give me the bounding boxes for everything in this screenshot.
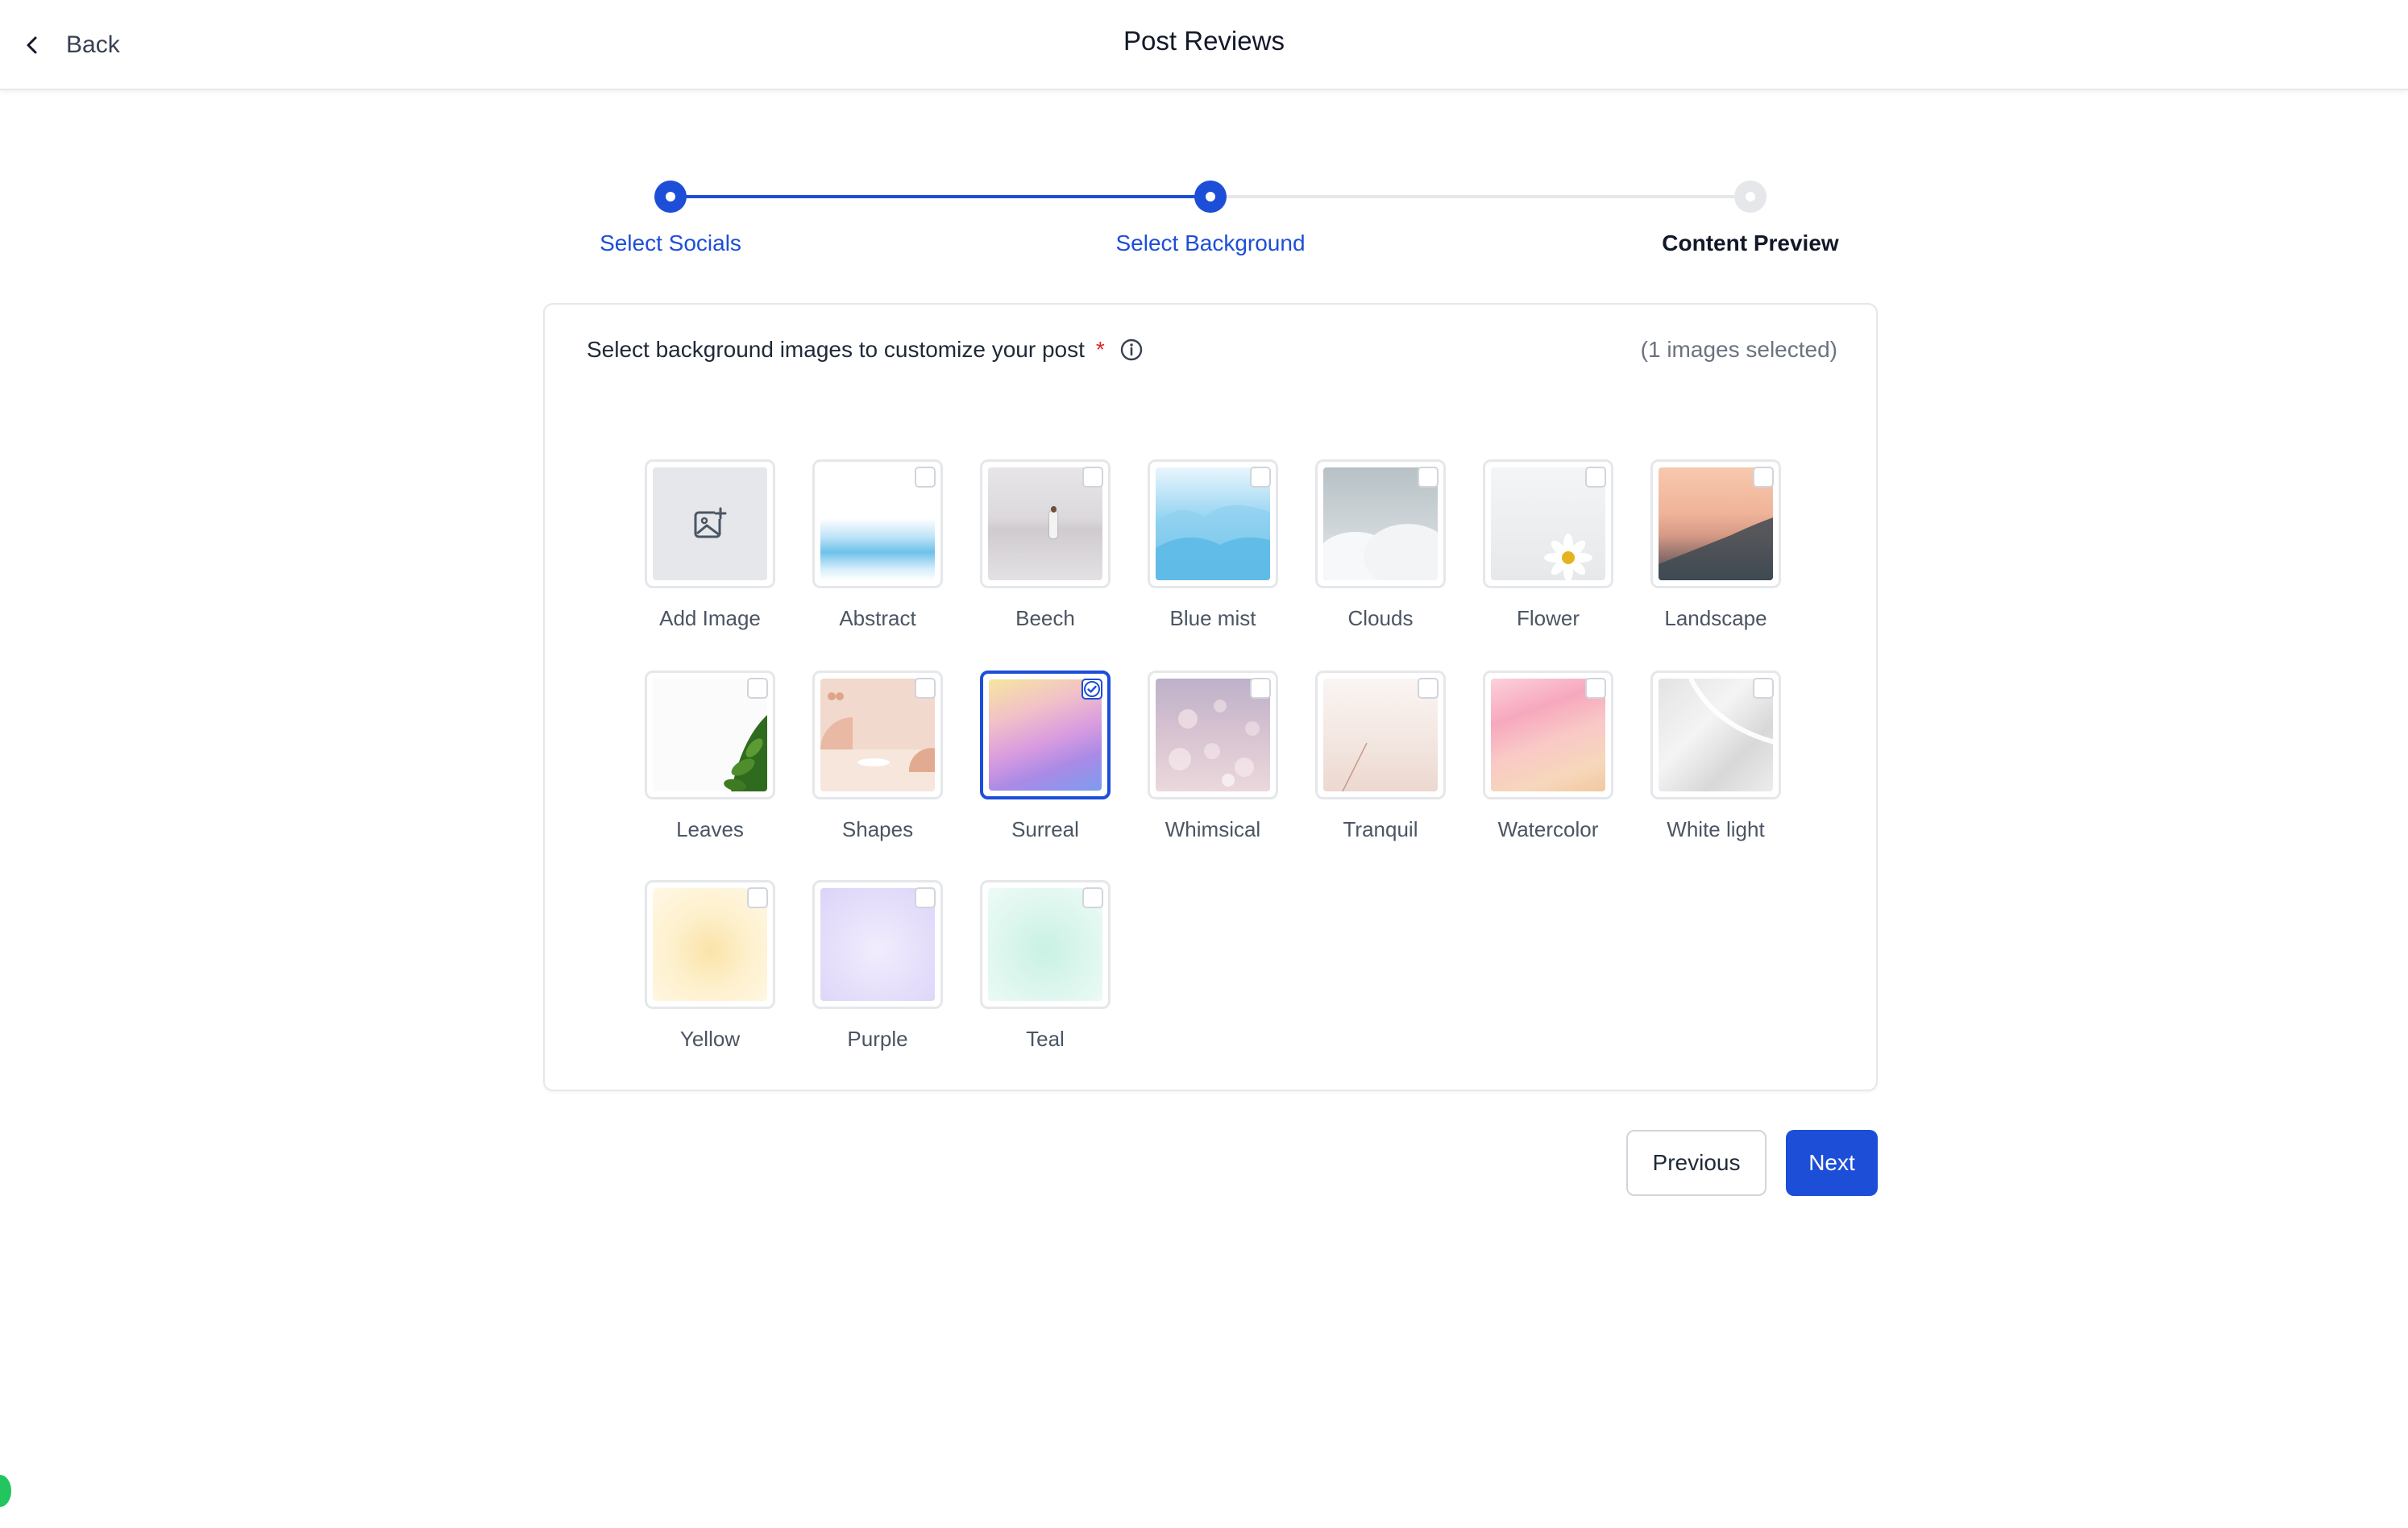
tile-landscape[interactable]: Landscape xyxy=(1650,459,1781,631)
step-dot-content-preview xyxy=(1734,181,1767,213)
add-image-thumb[interactable] xyxy=(645,459,775,588)
shapes-thumb[interactable] xyxy=(812,671,943,799)
card-title: Select background images to customize yo… xyxy=(587,337,1144,363)
tile-shapes[interactable]: Shapes xyxy=(812,671,943,842)
tile-label: Beech xyxy=(1015,606,1075,630)
selected-count: (1 images selected) xyxy=(1640,337,1837,362)
blue-mist-checkbox[interactable] xyxy=(1250,467,1271,488)
page-title: Post Reviews xyxy=(1123,26,1285,56)
flower-thumb[interactable] xyxy=(1483,459,1613,588)
step-dot-select-background[interactable] xyxy=(1194,181,1227,213)
status-indicator xyxy=(0,1475,11,1507)
checkmark-icon xyxy=(1084,681,1100,697)
background-selection-card: Select background images to customize yo… xyxy=(543,303,1878,1091)
white-light-thumb[interactable] xyxy=(1650,671,1781,799)
landscape-thumb[interactable] xyxy=(1650,459,1781,588)
leaves-checkbox[interactable] xyxy=(747,678,768,699)
teal-thumb[interactable] xyxy=(980,880,1111,1009)
leaves-thumb[interactable] xyxy=(645,671,775,799)
tile-label: Clouds xyxy=(1347,606,1414,630)
abstract-thumb[interactable] xyxy=(812,459,943,588)
yellow-checkbox[interactable] xyxy=(747,887,768,908)
tile-yellow[interactable]: Yellow xyxy=(645,880,775,1052)
tile-label: Landscape xyxy=(1664,606,1767,630)
abstract-checkbox[interactable] xyxy=(915,467,936,488)
whimsical-checkbox[interactable] xyxy=(1250,678,1271,699)
watercolor-thumb[interactable] xyxy=(1483,671,1613,799)
whimsical-thumb[interactable] xyxy=(1148,671,1278,799)
landscape-checkbox[interactable] xyxy=(1753,467,1774,488)
tile-label: White light xyxy=(1667,817,1765,841)
tile-label: Purple xyxy=(847,1027,908,1051)
step-label-content-preview: Content Preview xyxy=(1662,230,1839,255)
tile-clouds[interactable]: Clouds xyxy=(1315,459,1446,631)
tile-label: Yellow xyxy=(679,1027,741,1051)
flower-checkbox[interactable] xyxy=(1585,467,1606,488)
tile-label: Watercolor xyxy=(1497,817,1599,841)
surreal-checkbox[interactable] xyxy=(1082,679,1102,700)
tile-label: Shapes xyxy=(841,817,914,841)
progress-stepper: Select Socials Select Background Content… xyxy=(532,169,1886,266)
tile-label: Tranquil xyxy=(1343,817,1418,841)
tranquil-thumb[interactable] xyxy=(1315,671,1446,799)
tile-label: Add Image xyxy=(659,606,761,630)
tile-label: Blue mist xyxy=(1169,606,1256,630)
beech-checkbox[interactable] xyxy=(1082,467,1103,488)
tile-label: Surreal xyxy=(1011,817,1079,841)
step-label-select-background[interactable]: Select Background xyxy=(1115,230,1305,256)
blue-mist-thumb[interactable] xyxy=(1148,459,1278,588)
tile-white-light[interactable]: White light xyxy=(1650,671,1781,842)
tile-leaves[interactable]: Leaves xyxy=(645,671,775,842)
tile-abstract[interactable]: Abstract xyxy=(812,459,943,631)
purple-thumb[interactable] xyxy=(812,880,943,1009)
card-title-text: Select background images to customize yo… xyxy=(587,337,1085,362)
previous-button[interactable]: Previous xyxy=(1626,1130,1767,1196)
tile-beech[interactable]: Beech xyxy=(980,459,1111,631)
stepper-track-pending xyxy=(1210,195,1750,198)
beech-thumb[interactable] xyxy=(980,459,1111,588)
tile-watercolor[interactable]: Watercolor xyxy=(1483,671,1613,842)
add-image-placeholder xyxy=(653,467,767,580)
tile-label: Whimsical xyxy=(1165,817,1261,841)
purple-checkbox[interactable] xyxy=(915,887,936,908)
info-icon[interactable] xyxy=(1119,338,1144,362)
tranquil-checkbox[interactable] xyxy=(1418,678,1439,699)
white-light-checkbox[interactable] xyxy=(1753,678,1774,699)
image-add-icon xyxy=(694,507,727,538)
clouds-checkbox[interactable] xyxy=(1418,467,1439,488)
tile-tranquil[interactable]: Tranquil xyxy=(1315,671,1446,842)
tile-flower[interactable]: Flower xyxy=(1483,459,1613,631)
yellow-thumb[interactable] xyxy=(645,880,775,1009)
tile-label: Leaves xyxy=(676,817,744,841)
teal-checkbox[interactable] xyxy=(1082,887,1103,908)
tile-label: Teal xyxy=(1026,1027,1065,1051)
step-label-select-socials[interactable]: Select Socials xyxy=(600,230,741,256)
top-header: Back Post Reviews xyxy=(0,0,2408,90)
tile-whimsical[interactable]: Whimsical xyxy=(1148,671,1278,842)
tile-surreal[interactable]: Surreal xyxy=(980,671,1111,842)
tile-label: Abstract xyxy=(839,606,916,630)
tile-purple[interactable]: Purple xyxy=(812,880,943,1052)
next-button[interactable]: Next xyxy=(1786,1130,1878,1196)
step-dot-select-socials[interactable] xyxy=(654,181,687,213)
required-asterisk: * xyxy=(1095,337,1105,362)
stepper-track-complete xyxy=(671,195,1210,198)
surreal-thumb[interactable] xyxy=(980,671,1111,799)
tile-add-image[interactable]: Add Image xyxy=(645,459,775,631)
watercolor-checkbox[interactable] xyxy=(1585,678,1606,699)
shapes-checkbox[interactable] xyxy=(915,678,936,699)
tile-teal[interactable]: Teal xyxy=(980,880,1111,1052)
tile-blue-mist[interactable]: Blue mist xyxy=(1148,459,1278,631)
clouds-thumb[interactable] xyxy=(1315,459,1446,588)
tile-label: Flower xyxy=(1516,606,1580,630)
